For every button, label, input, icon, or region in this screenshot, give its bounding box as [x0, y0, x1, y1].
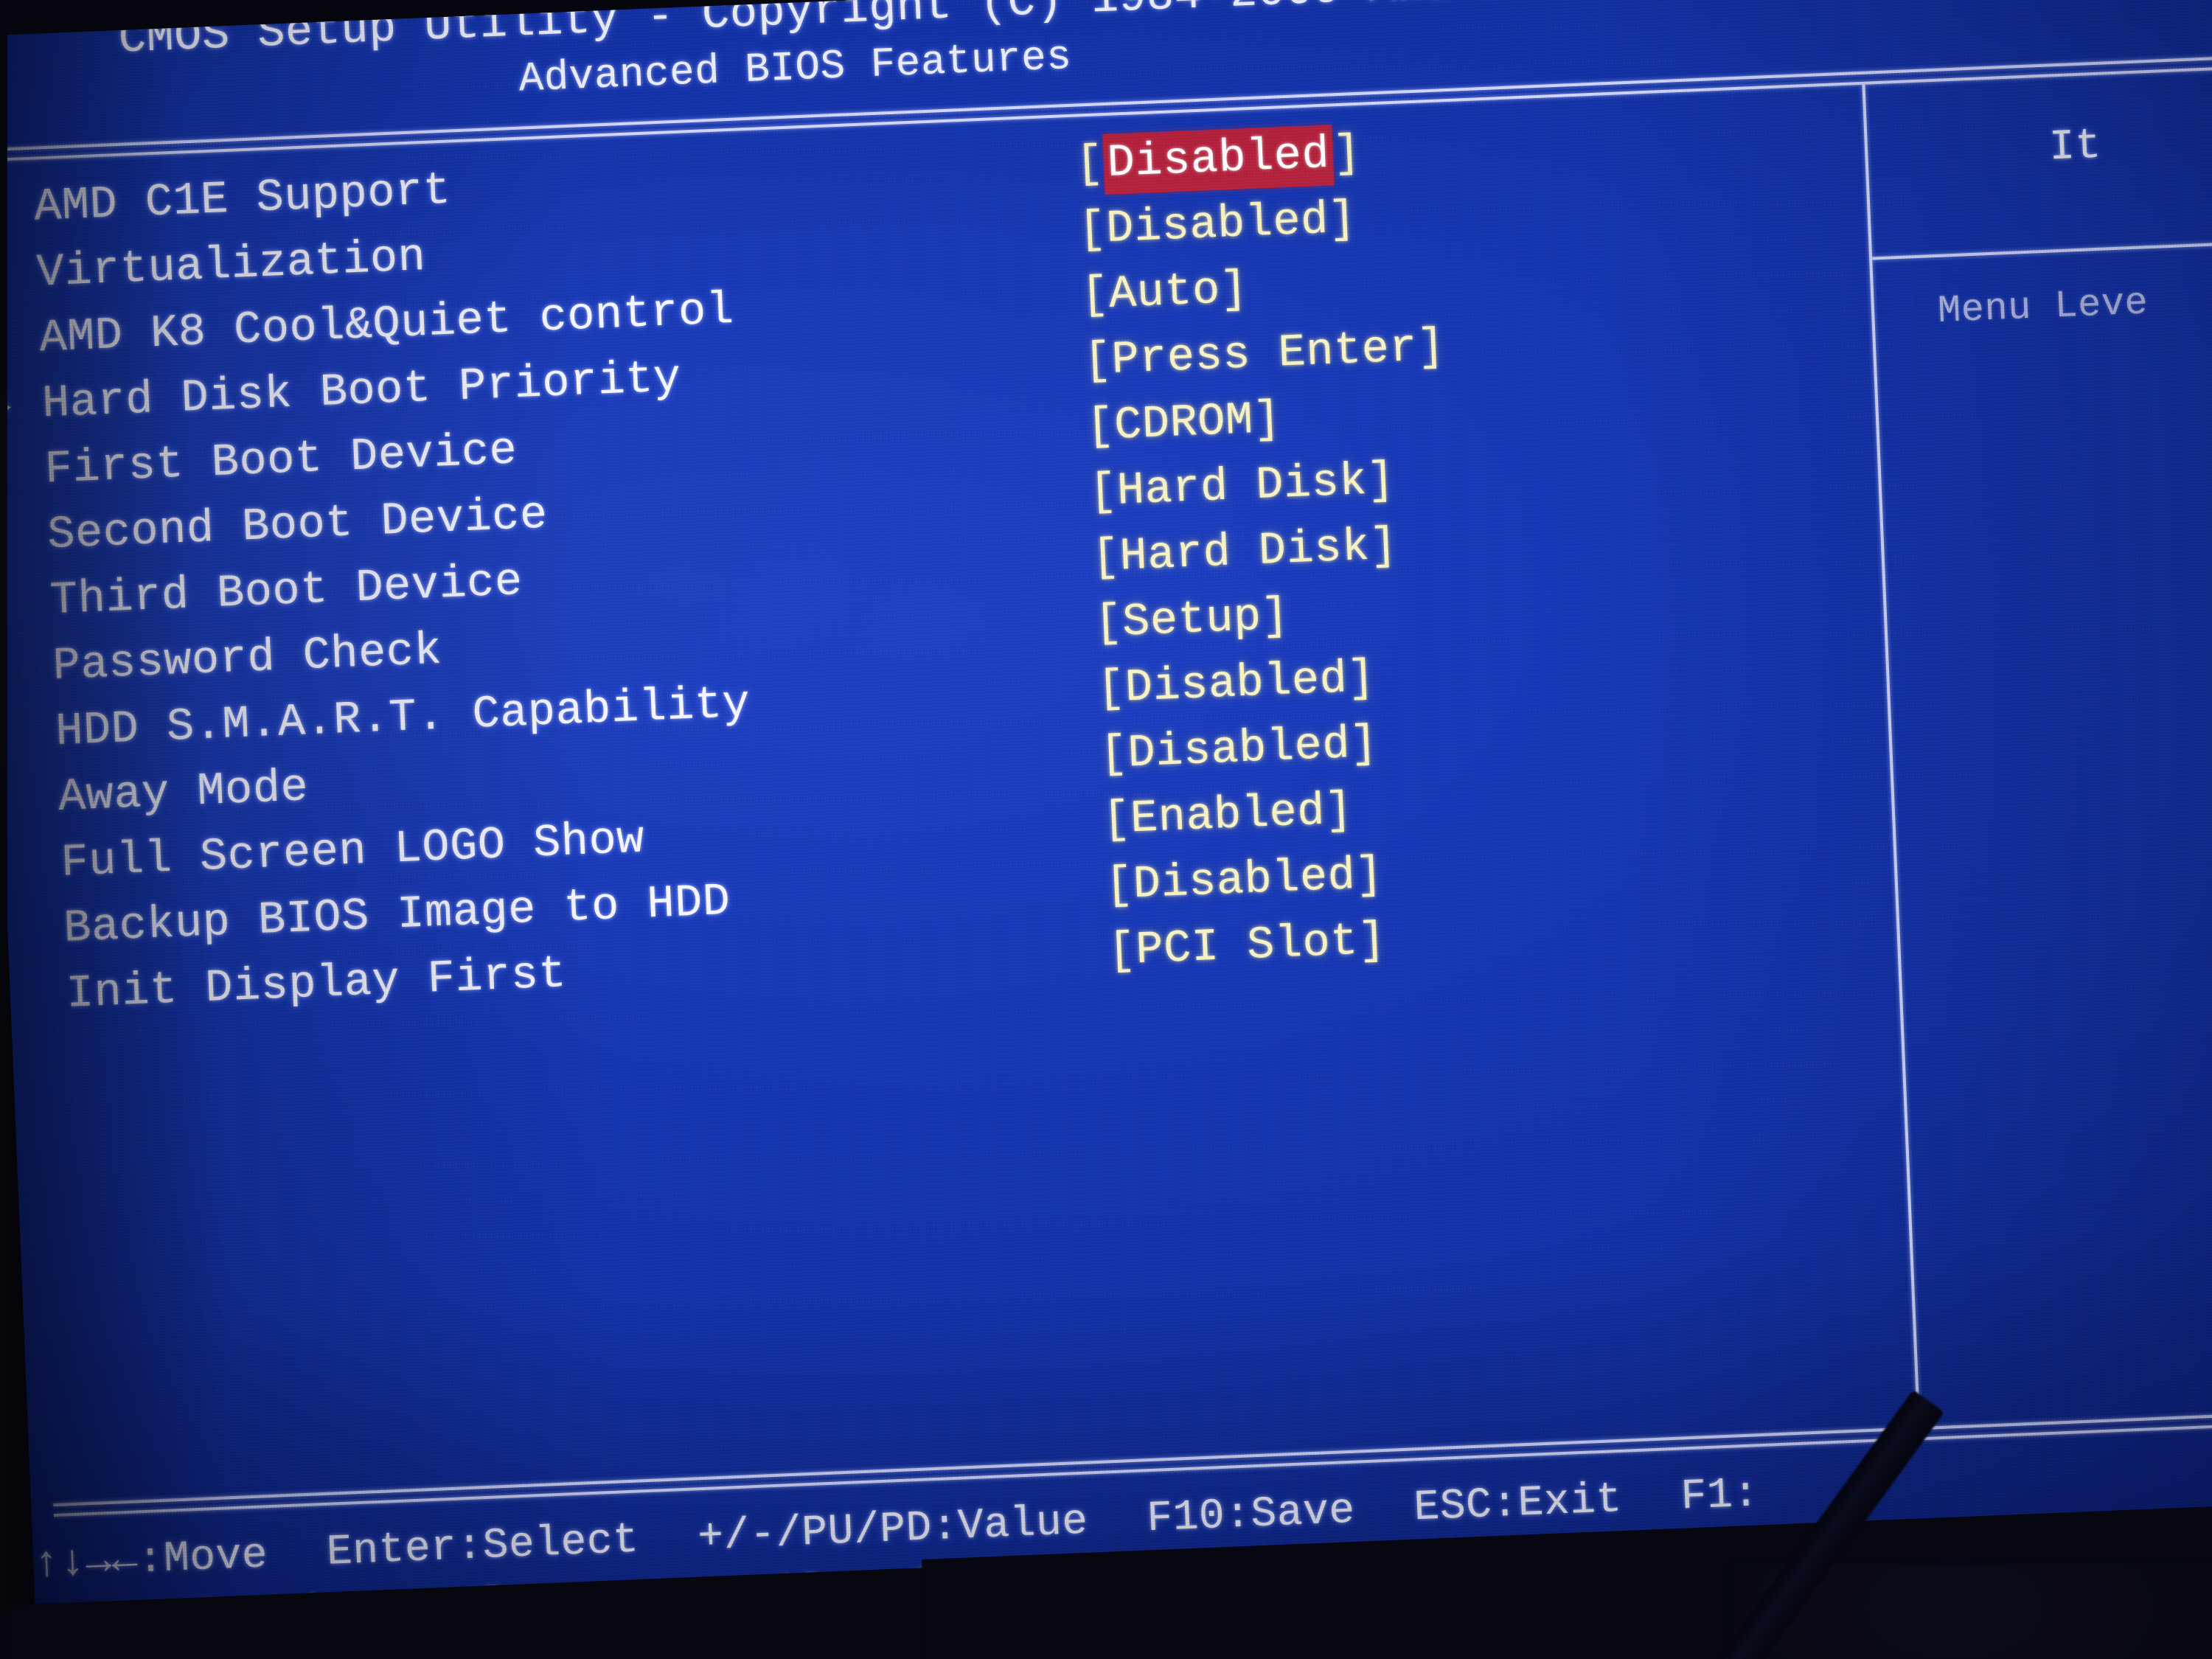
menu-level-label: Menu Leve — [1936, 281, 2149, 333]
bracket-close: ] — [1346, 651, 1377, 706]
bracket-close: ] — [1324, 784, 1354, 838]
footer-shortcut[interactable]: ESC:Exit — [1413, 1476, 1623, 1533]
setting-value[interactable]: [Disabled] — [1099, 717, 1379, 781]
footer-spacer — [639, 1548, 698, 1551]
bracket-open: [ — [1082, 333, 1113, 388]
setting-label: Away Mode — [57, 761, 310, 824]
bracket-close: ] — [1252, 392, 1282, 447]
setting-value-text: Disabled — [1127, 718, 1352, 780]
bracket-close: ] — [1219, 262, 1249, 316]
setting-value-text: Hard Disk — [1116, 454, 1368, 518]
setting-value[interactable]: [Disabled] — [1077, 192, 1357, 256]
bios-screen-surface: CMOS Setup Utility - Copyright (C) 1984-… — [0, 0, 2212, 1646]
footer-spacer — [1355, 1519, 1414, 1521]
footer-shortcut[interactable]: F1: — [1680, 1470, 1759, 1521]
footer-spacer — [1622, 1509, 1681, 1511]
bracket-open: [ — [1104, 858, 1135, 912]
bracket-open: [ — [1102, 793, 1132, 846]
bracket-open: [ — [1099, 727, 1130, 781]
setting-value[interactable]: [Disabled] — [1105, 848, 1385, 911]
setting-value-text: Hard Disk — [1119, 520, 1371, 583]
footer-shortcut[interactable]: ↑↓→←:Move — [32, 1531, 268, 1589]
bracket-close: ] — [1354, 848, 1385, 902]
bracket-close: ] — [1349, 717, 1380, 771]
bracket-open: [ — [1107, 924, 1137, 978]
setting-value-text: Enabled — [1129, 785, 1326, 846]
footer-spacer — [1088, 1530, 1147, 1532]
frame-divider-item-help — [1872, 240, 2212, 260]
setting-value[interactable]: [Enabled] — [1102, 784, 1354, 846]
setting-value-text: Disabled — [1102, 125, 1335, 195]
setting-value-text: PCI Slot — [1135, 914, 1360, 977]
bracket-open: [ — [1079, 268, 1110, 322]
item-help-header: It — [2048, 122, 2103, 173]
bracket-open: [ — [1091, 530, 1121, 585]
bracket-close: ] — [1366, 453, 1397, 507]
setting-value[interactable]: [Disabled] — [1096, 652, 1377, 715]
setting-value-text: Setup — [1121, 590, 1263, 649]
bracket-open: [ — [1096, 661, 1127, 716]
frame-divider-vertical — [1862, 84, 1921, 1429]
setting-label: AMD C1E Support — [32, 164, 452, 234]
setting-value-text: Disabled — [1132, 849, 1357, 911]
bracket-close: ] — [1357, 914, 1388, 967]
footer-shortcut[interactable]: Enter:Select — [326, 1517, 640, 1577]
setting-value[interactable]: [CDROM] — [1085, 393, 1282, 453]
bracket-close: ] — [1416, 320, 1447, 374]
setting-value-text: CDROM — [1113, 394, 1255, 452]
setting-value[interactable]: [Setup] — [1093, 589, 1290, 650]
footer-spacer — [268, 1564, 327, 1566]
bracket-close: ] — [1327, 192, 1357, 246]
bracket-open: [ — [1088, 465, 1119, 519]
setting-value[interactable]: [PCI Slot] — [1107, 914, 1387, 977]
bracket-open: [ — [1085, 399, 1116, 453]
bios-content-layer: CMOS Setup Utility - Copyright (C) 1984-… — [0, 0, 2212, 1646]
bracket-close: ] — [1260, 589, 1290, 643]
monitor-bezel-left — [0, 0, 7, 1659]
monitor-photo: CMOS Setup Utility - Copyright (C) 1984-… — [0, 0, 2212, 1659]
setting-value[interactable]: [Auto] — [1080, 262, 1249, 321]
bracket-open: [ — [1074, 137, 1105, 191]
bracket-close: ] — [1332, 126, 1363, 181]
bracket-open: [ — [1093, 596, 1124, 650]
settings-list: AMD C1E Support [Disabled] Virtualization[… — [0, 108, 1854, 1036]
footer-shortcut[interactable]: F10:Save — [1146, 1487, 1356, 1544]
setting-value-text: Auto — [1107, 263, 1222, 321]
footer-shortcut[interactable]: +/-/PU/PD:Value — [697, 1498, 1089, 1562]
bracket-close: ] — [1368, 519, 1399, 573]
bracket-open: [ — [1077, 203, 1107, 257]
setting-value-text: Disabled — [1124, 653, 1349, 714]
setting-value-text: Disabled — [1105, 193, 1330, 256]
setting-value-selected[interactable]: [Disabled] — [1074, 125, 1363, 195]
